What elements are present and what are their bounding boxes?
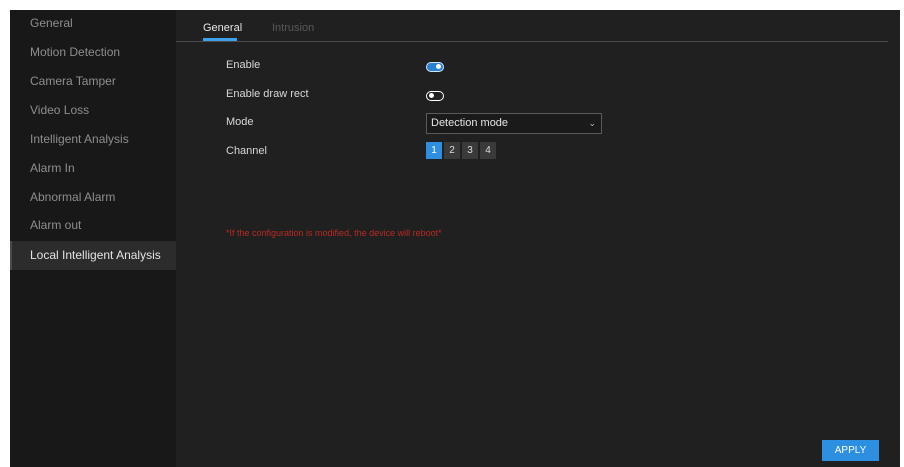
- sidebar-item-alarm-out[interactable]: Alarm out: [10, 211, 176, 240]
- enable-toggle[interactable]: [426, 62, 444, 72]
- reboot-warning: *If the configuration is modified, the d…: [226, 228, 442, 238]
- sidebar-item-camera-tamper[interactable]: Camera Tamper: [10, 67, 176, 96]
- channel-label: Channel: [226, 145, 267, 157]
- tab-intrusion[interactable]: Intrusion: [272, 22, 314, 34]
- sidebar-item-motion-detection[interactable]: Motion Detection: [10, 38, 176, 67]
- main-panel: General Intrusion Enable Enable draw rec…: [176, 10, 900, 467]
- sidebar: General Motion Detection Camera Tamper V…: [10, 10, 176, 467]
- toggle-on-icon: [436, 64, 441, 69]
- enable-draw-rect-toggle[interactable]: [426, 91, 444, 101]
- channel-button-1[interactable]: 1: [426, 142, 442, 159]
- app-window: General Motion Detection Camera Tamper V…: [10, 10, 900, 467]
- sidebar-item-intelligent-analysis[interactable]: Intelligent Analysis: [10, 125, 176, 154]
- sidebar-item-local-intelligent-analysis[interactable]: Local Intelligent Analysis: [10, 241, 176, 270]
- sidebar-item-video-loss[interactable]: Video Loss: [10, 96, 176, 125]
- sidebar-item-alarm-in[interactable]: Alarm In: [10, 154, 176, 183]
- enable-draw-rect-label: Enable draw rect: [226, 88, 309, 100]
- channel-button-3[interactable]: 3: [462, 142, 478, 159]
- channel-button-2[interactable]: 2: [444, 142, 460, 159]
- tab-general[interactable]: General: [203, 22, 242, 34]
- channel-button-4[interactable]: 4: [480, 142, 496, 159]
- sidebar-item-abnormal-alarm[interactable]: Abnormal Alarm: [10, 183, 176, 212]
- sidebar-item-general[interactable]: General: [10, 9, 176, 38]
- mode-select-value: Detection mode: [431, 117, 509, 129]
- mode-label: Mode: [226, 116, 254, 128]
- mode-select[interactable]: Detection mode ⌄: [426, 113, 602, 134]
- toggle-off-icon: [429, 93, 434, 98]
- chevron-down-icon: ⌄: [588, 118, 596, 128]
- apply-button[interactable]: APPLY: [822, 440, 879, 461]
- enable-label: Enable: [226, 59, 261, 71]
- tab-bar: General Intrusion: [176, 10, 888, 42]
- active-tab-indicator: [203, 38, 237, 41]
